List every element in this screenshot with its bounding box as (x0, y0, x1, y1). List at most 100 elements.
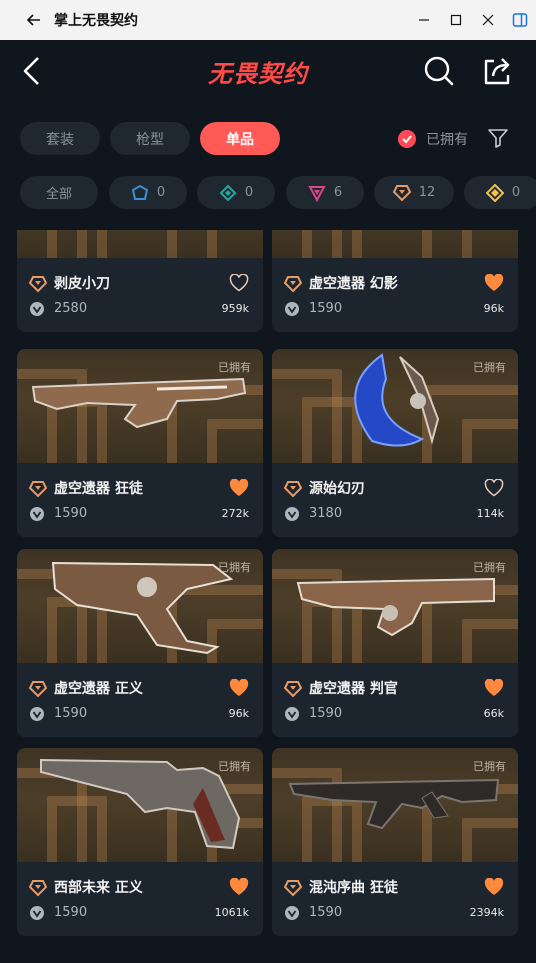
ultra-tier-icon (28, 879, 48, 897)
ultra-tier-icon (283, 480, 303, 498)
item-likes: 272k (221, 507, 249, 520)
sidebar-toggle-button[interactable] (504, 0, 536, 40)
minimize-icon (419, 19, 429, 21)
rarity-ultra[interactable]: 12 (374, 176, 454, 209)
heart-outline-icon[interactable] (484, 478, 504, 497)
item-info: 虚空遗器 狂徒 1590 272k (17, 463, 263, 537)
window-title-bar: 掌上无畏契约 (0, 0, 536, 40)
item-info: 源始幻刃 3180 114k (272, 463, 518, 537)
item-card[interactable]: 已拥有虚空遗器 狂徒 1590 272k (17, 349, 263, 537)
heart-filled-icon[interactable] (229, 478, 249, 497)
close-button[interactable] (472, 0, 504, 40)
heart-filled-icon[interactable] (484, 678, 504, 697)
item-likes: 96k (483, 302, 504, 315)
item-name: 虚空遗器 判官 (309, 681, 398, 697)
item-card[interactable]: 虚空遗器 幻影 1590 96k (272, 230, 518, 332)
tab-weapon-types[interactable]: 枪型 (110, 122, 190, 155)
item-card[interactable]: 剥皮小刀 2580 959k (17, 230, 263, 332)
owned-filter-toggle[interactable]: 已拥有 (398, 129, 468, 149)
item-price: 1590 (309, 905, 343, 920)
item-price: 1590 (54, 706, 88, 721)
minimize-button[interactable] (408, 0, 440, 40)
ultra-tier-icon (283, 879, 303, 897)
rarity-select[interactable]: 0 (109, 176, 187, 209)
item-image (272, 230, 518, 258)
valorant-points-icon (29, 905, 45, 921)
select-tier-icon (131, 184, 148, 200)
sidebar-icon (512, 13, 528, 27)
item-card[interactable]: 已拥有 混沌序曲 狂徒 1590 2394k (272, 748, 518, 936)
owned-badge: 已拥有 (473, 760, 506, 773)
item-price: 1590 (54, 506, 88, 521)
owned-badge: 已拥有 (473, 561, 506, 574)
item-info: 虚空遗器 幻影 1590 96k (272, 258, 518, 332)
item-price: 1590 (309, 301, 343, 316)
item-name: 虚空遗器 正义 (54, 681, 143, 697)
deluxe-tier-icon (219, 184, 237, 201)
item-name: 剥皮小刀 (54, 276, 110, 292)
rarity-all[interactable]: 全部 (20, 176, 98, 209)
heart-filled-icon[interactable] (229, 678, 249, 697)
heart-outline-icon[interactable] (229, 273, 249, 292)
arrow-left-icon (26, 14, 40, 26)
heart-filled-icon[interactable] (484, 877, 504, 896)
item-info: 虚空遗器 判官 1590 66k (272, 663, 518, 737)
item-name: 虚空遗器 幻影 (309, 276, 398, 292)
share-icon (484, 58, 510, 85)
phantom-icon (272, 230, 518, 258)
valorant-points-icon (284, 905, 300, 921)
premium-tier-icon (308, 185, 326, 202)
item-price: 1590 (309, 706, 343, 721)
item-info: 西部未来 正义 1590 1061k (17, 862, 263, 936)
item-name: 西部未来 正义 (54, 880, 143, 896)
item-card[interactable]: 已拥有 源始幻刃 3180 114k (272, 349, 518, 537)
tab-single-items[interactable]: 单品 (200, 122, 280, 155)
item-price: 3180 (309, 506, 343, 521)
rarity-deluxe[interactable]: 0 (197, 176, 275, 209)
rarity-select-count: 0 (156, 185, 166, 200)
exclusive-tier-icon (485, 183, 504, 202)
filter-button[interactable] (486, 126, 510, 150)
item-info: 剥皮小刀 2580 959k (17, 258, 263, 332)
back-button[interactable] (18, 54, 48, 88)
tab-sets[interactable]: 套装 (20, 122, 100, 155)
chevron-left-icon (23, 57, 39, 85)
search-icon (424, 56, 454, 86)
owned-badge: 已拥有 (218, 361, 251, 374)
item-likes: 96k (228, 707, 249, 720)
rarity-deluxe-count: 0 (244, 185, 254, 200)
check-icon (398, 130, 416, 148)
valorant-points-icon (29, 706, 45, 722)
owned-filter-label: 已拥有 (426, 132, 468, 148)
item-name: 混沌序曲 狂徒 (309, 880, 398, 896)
ultra-tier-icon (283, 680, 303, 698)
window-back-button[interactable] (18, 0, 50, 40)
heart-filled-icon[interactable] (484, 273, 504, 292)
category-tabs: 套装 枪型 单品 已拥有 (0, 122, 536, 158)
item-info: 混沌序曲 狂徒 1590 2394k (272, 862, 518, 936)
ultra-tier-icon (392, 184, 411, 201)
rarity-ultra-count: 12 (418, 185, 436, 200)
owned-badge: 已拥有 (218, 760, 251, 773)
rarity-all-label: 全部 (45, 187, 72, 202)
rarity-premium[interactable]: 6 (286, 176, 364, 209)
item-likes: 66k (483, 707, 504, 720)
filter-icon (488, 129, 508, 148)
ultra-tier-icon (28, 680, 48, 698)
item-name: 源始幻刃 (309, 481, 365, 497)
valorant-points-icon (284, 301, 300, 317)
ultra-tier-icon (28, 275, 48, 293)
rarity-exclusive-count: 0 (511, 185, 521, 200)
maximize-button[interactable] (440, 0, 472, 40)
item-name: 虚空遗器 狂徒 (54, 481, 143, 497)
item-card[interactable]: 已拥有 虚空遗器 正义 1590 96k (17, 549, 263, 737)
heart-filled-icon[interactable] (229, 877, 249, 896)
rarity-premium-count: 6 (333, 185, 343, 200)
item-price: 1590 (54, 905, 88, 920)
item-info: 虚空遗器 正义 1590 96k (17, 663, 263, 737)
share-button[interactable] (480, 54, 514, 88)
item-card[interactable]: 已拥有虚空遗器 判官 1590 66k (272, 549, 518, 737)
rarity-exclusive[interactable]: 0 (464, 176, 536, 209)
search-button[interactable] (422, 54, 456, 88)
item-card[interactable]: 已拥有 西部未来 正义 1590 1061k (17, 748, 263, 936)
